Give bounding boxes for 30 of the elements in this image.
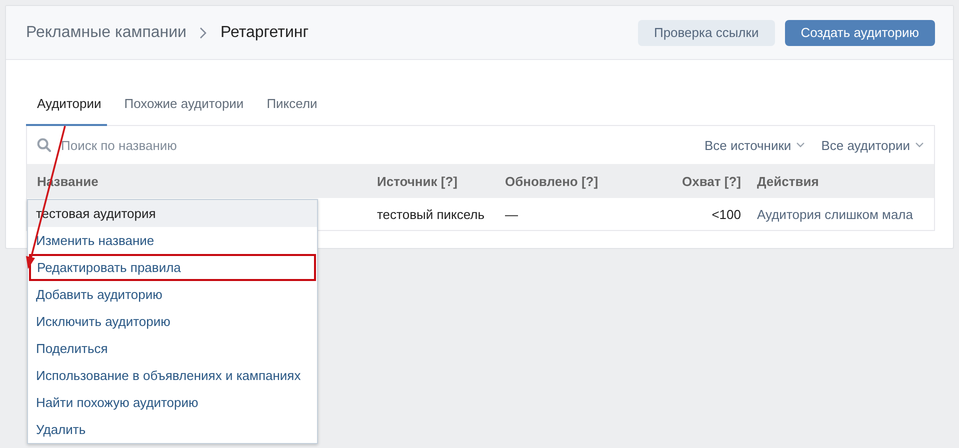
menu-item[interactable]: Добавить аудиторию: [28, 281, 317, 308]
table-cell-text: Аудитория слишком мала: [756, 206, 914, 222]
column-header: Действия: [756, 174, 820, 188]
chevron-right-icon: [199, 26, 208, 38]
chevron-down-icon: [915, 142, 924, 148]
tab[interactable]: Аудитории: [26, 86, 108, 126]
create-button[interactable]: Создать аудиторию: [784, 20, 935, 46]
menu-item[interactable]: Поделиться: [28, 335, 317, 362]
table-cell-text: тестовый пиксель: [377, 206, 486, 222]
page-title: Ретаргетинг: [220, 24, 309, 42]
filter-dropdown[interactable]: Все аудитории: [821, 138, 924, 152]
breadcrumb-link[interactable]: Рекламные кампании: [26, 24, 186, 42]
menu-item[interactable]: Исключить аудиторию: [28, 308, 317, 335]
filter-dropdown[interactable]: Все источники: [704, 138, 806, 152]
menu-item[interactable]: Редактировать правила: [29, 254, 316, 281]
menu-item[interactable]: Найти похожую аудиторию: [28, 389, 317, 416]
table-cell-text: —: [505, 206, 519, 222]
chevron-down-icon: [796, 142, 806, 148]
column-header: Обновлено [?]: [505, 174, 600, 188]
menu-item[interactable]: Использование в объявлениях и кампаниях: [28, 362, 317, 389]
search-field[interactable]: Поиск по названию: [59, 136, 688, 154]
table-cell-text: <100: [710, 206, 741, 222]
menu-item[interactable]: Изменить название: [28, 227, 317, 254]
column-header: Источник [?]: [377, 174, 458, 188]
menu-item[interactable]: Удалить: [28, 416, 317, 443]
search-icon: [37, 138, 51, 152]
tab[interactable]: Пиксели: [256, 86, 324, 126]
tab[interactable]: Похожие аудитории: [113, 86, 250, 126]
column-header: Охват [?]: [681, 174, 741, 188]
check-button[interactable]: Проверка ссылки: [638, 20, 775, 46]
